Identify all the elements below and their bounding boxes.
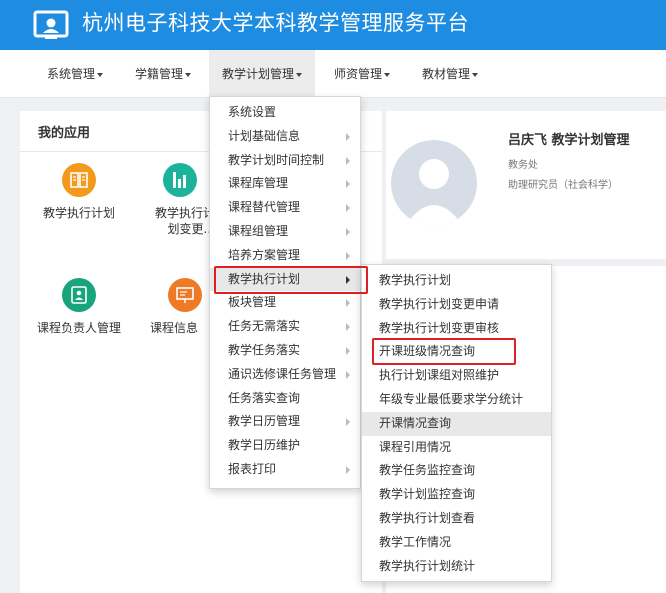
chevron-right-icon <box>346 251 350 260</box>
menu-item-course-group[interactable]: 课程组管理 <box>210 220 360 244</box>
chevron-right-icon <box>346 370 350 379</box>
menu-item-teaching-task-implementation[interactable]: 教学任务落实 <box>210 339 360 363</box>
menu-item-task-implementation-query[interactable]: 任务落实查询 <box>210 387 360 411</box>
nav-item-teaching-plan[interactable]: 教学计划管理 <box>209 50 316 98</box>
menu-item-teaching-calendar-maintenance[interactable]: 教学日历维护 <box>210 434 360 458</box>
teaching-plan-dropdown: 系统设置 计划基础信息 教学计划时间控制 课程库管理 课程替代管理 课程组管理 … <box>209 96 361 489</box>
user-name: 吕庆飞 教学计划管理 <box>508 133 630 148</box>
monitor-logo-icon <box>33 10 69 39</box>
submenu-item-task-monitor-query[interactable]: 教学任务监控查询 <box>362 459 551 483</box>
chevron-right-icon <box>346 299 350 308</box>
app-tile-course-owner[interactable]: 课程负责人管理 <box>24 278 134 336</box>
site-title: 杭州电子科技大学本科教学管理服务平台 <box>82 11 469 35</box>
menu-item-training-program[interactable]: 培养方案管理 <box>210 244 360 268</box>
menu-item-course-substitution[interactable]: 课程替代管理 <box>210 196 360 220</box>
chevron-right-icon <box>346 465 350 474</box>
chevron-right-icon <box>346 180 350 189</box>
book-icon <box>62 163 96 197</box>
user-profile-panel: 吕庆飞 教学计划管理 教务处 助理研究员（社会科学） <box>386 111 666 259</box>
menu-item-course-library[interactable]: 课程库管理 <box>210 172 360 196</box>
bar-chart-icon <box>163 163 197 197</box>
nav-item-faculty[interactable]: 师资管理 <box>334 50 391 98</box>
chevron-right-icon <box>346 204 350 213</box>
submenu-item-change-review[interactable]: 教学执行计划变更审核 <box>362 317 551 341</box>
chevron-right-icon <box>346 323 350 332</box>
app-label: 教学执行计划变更... <box>154 206 215 236</box>
submenu-item-plan-statistics[interactable]: 教学执行计划统计 <box>362 555 551 579</box>
chevron-right-icon <box>346 132 350 141</box>
app-tile-execution-plan[interactable]: 教学执行计划 <box>24 163 134 221</box>
menu-item-module-management[interactable]: 板块管理 <box>210 291 360 315</box>
caret-down-icon <box>185 72 192 77</box>
nav-item-textbooks[interactable]: 教材管理 <box>422 50 479 98</box>
user-job-title: 助理研究员（社会科学） <box>508 180 618 191</box>
user-silhouette-icon <box>405 159 463 226</box>
app-label: 课程负责人管理 <box>36 321 121 335</box>
menu-item-plan-basic-info[interactable]: 计划基础信息 <box>210 125 360 149</box>
chevron-right-icon <box>346 418 350 427</box>
caret-down-icon <box>384 72 391 77</box>
caret-down-icon <box>97 72 104 77</box>
chevron-right-icon <box>346 156 350 165</box>
submenu-item-change-request[interactable]: 教学执行计划变更申请 <box>362 293 551 317</box>
app-tile-plan-change[interactable]: 教学执行计划变更... <box>145 163 215 237</box>
submenu-item-plan-monitor-query[interactable]: 教学计划监控查询 <box>362 483 551 507</box>
submenu-item-course-group-mapping[interactable]: 执行计划课组对照维护 <box>362 364 551 388</box>
user-department: 教务处 <box>508 160 538 171</box>
caret-down-icon <box>296 72 303 77</box>
caret-down-icon <box>472 72 479 77</box>
submenu-item-course-opening-query[interactable]: 开课情况查询 <box>362 411 551 436</box>
presentation-icon <box>168 278 202 312</box>
app-label: 教学执行计划 <box>42 206 115 220</box>
submenu-item-plan-view[interactable]: 教学执行计划查看 <box>362 507 551 531</box>
main-navbar: 系统管理 学籍管理 教学计划管理 师资管理 教材管理 <box>0 50 666 98</box>
submenu-item-class-opening-query[interactable]: 开课班级情况查询 <box>362 340 551 364</box>
menu-item-execution-plan[interactable]: 教学执行计划 <box>210 267 360 292</box>
submenu-item-course-reference[interactable]: 课程引用情况 <box>362 436 551 460</box>
menu-item-report-printing[interactable]: 报表打印 <box>210 458 360 482</box>
contact-card-icon <box>62 278 96 312</box>
submenu-item-min-credit-statistics[interactable]: 年级专业最低要求学分统计 <box>362 388 551 412</box>
avatar <box>391 140 477 226</box>
menu-item-general-elective-tasks[interactable]: 通识选修课任务管理 <box>210 363 360 387</box>
panel-title: 我的应用 <box>38 126 91 141</box>
menu-item-teaching-calendar-management[interactable]: 教学日历管理 <box>210 410 360 434</box>
chevron-right-icon <box>346 346 350 355</box>
submenu-item-work-status[interactable]: 教学工作情况 <box>362 531 551 555</box>
top-header: 杭州电子科技大学本科教学管理服务平台 <box>0 0 666 50</box>
submenu-item-execution-plan[interactable]: 教学执行计划 <box>362 269 551 293</box>
menu-item-system-settings[interactable]: 系统设置 <box>210 101 360 125</box>
chevron-right-icon <box>346 227 350 236</box>
execution-plan-submenu: 教学执行计划 教学执行计划变更申请 教学执行计划变更审核 开课班级情况查询 执行… <box>361 264 552 582</box>
nav-item-system[interactable]: 系统管理 <box>47 50 104 98</box>
menu-item-plan-time-control[interactable]: 教学计划时间控制 <box>210 149 360 173</box>
menu-item-task-no-implementation[interactable]: 任务无需落实 <box>210 315 360 339</box>
chevron-right-icon <box>346 275 350 284</box>
nav-item-student-status[interactable]: 学籍管理 <box>135 50 192 98</box>
